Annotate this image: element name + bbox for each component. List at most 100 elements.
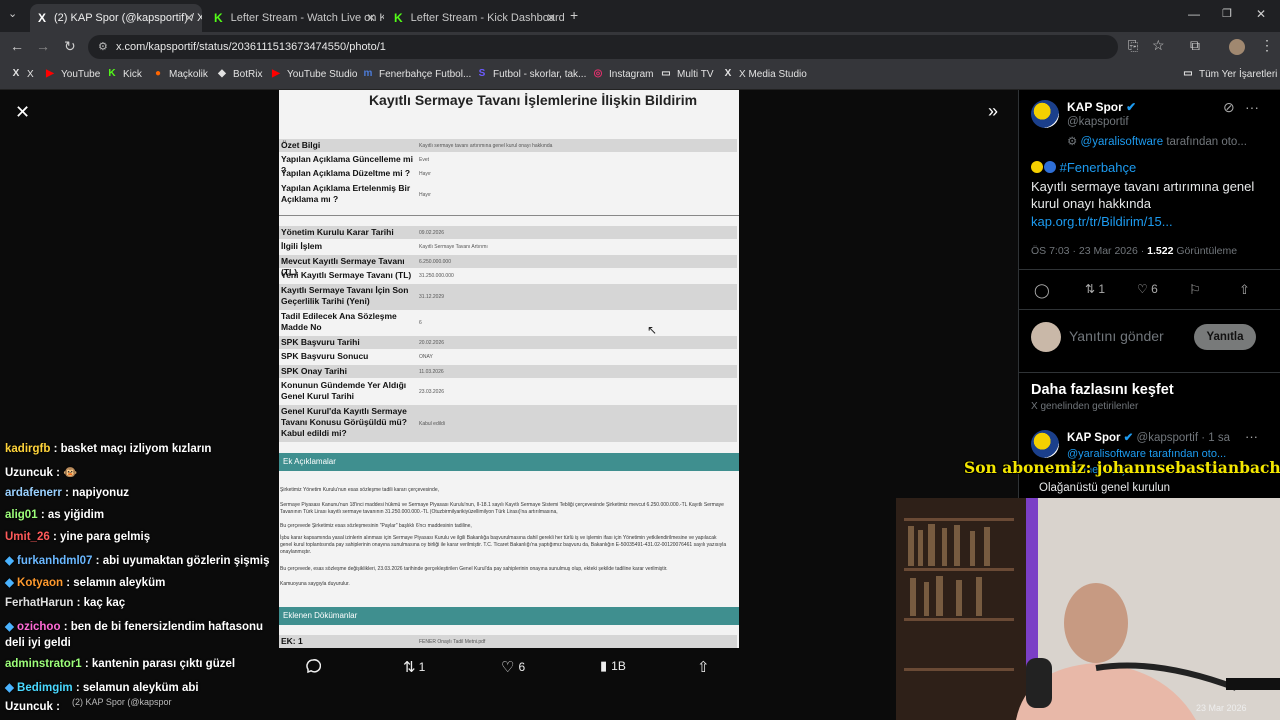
yellow-circle-icon [1031, 161, 1043, 173]
avatar[interactable] [1031, 100, 1059, 128]
like-count: 6 [518, 660, 526, 674]
menu-icon[interactable]: ⋮ [1260, 37, 1274, 54]
doc-row: SPK Başvuru Tarihi 20.02.2026 [279, 336, 737, 349]
bookmark-youtube-studio[interactable]: ▶ YouTube Studio [270, 68, 357, 80]
tab-kick-dashboard[interactable]: K Lefter Stream - Kick Dashboard ✕ [386, 4, 564, 32]
share-icon[interactable]: ⇧ [1239, 282, 1250, 298]
badge-icon: ◆ [5, 555, 18, 567]
retweet-button[interactable]: ⇅ 1 [1085, 282, 1105, 296]
doc-row-value: 11.03.2026 [419, 368, 444, 375]
chat-username[interactable]: ardafenerr [5, 487, 62, 499]
reply-icon[interactable]: ◯ [1034, 282, 1050, 299]
cast-icon[interactable]: ⎘ [1128, 38, 1138, 54]
bookmark-icon[interactable]: ⚐ [1189, 282, 1201, 298]
bookmark-fenerbahce[interactable]: m Fenerbahçe Futbol... [362, 68, 472, 80]
tweet-link[interactable]: kap.org.tr/tr/Bildirim/15... [1031, 214, 1173, 229]
close-icon[interactable]: ✕ [15, 102, 30, 123]
x-icon: X [38, 10, 47, 25]
bookmark-x[interactable]: XX [10, 68, 34, 80]
chat-message: adminstrator1 : kantenin parası çıktı gü… [5, 658, 235, 670]
tweet-hashtag-line: #Fenerbahçe [1031, 160, 1136, 175]
chat-username[interactable]: Bedimgim [17, 682, 73, 694]
chat-username[interactable]: alig01 [5, 509, 38, 521]
close-icon[interactable]: ✕ [184, 11, 194, 25]
doc-row: İlgili İşlem Kayıtlı Sermaye Tavanı Artır… [279, 240, 737, 254]
chat-message: ardafenerr : napiyonuz [5, 487, 129, 499]
divider [1019, 269, 1280, 270]
reload-icon[interactable]: ↻ [64, 38, 76, 55]
back-icon[interactable]: ← [10, 38, 24, 54]
more-icon[interactable]: ··· [1245, 429, 1258, 444]
tab-search-icon[interactable]: ⌄ [8, 7, 17, 20]
restore-icon[interactable]: ❐ [1222, 7, 1232, 20]
forward-icon[interactable]: → [36, 38, 50, 54]
bookmark-youtube[interactable]: ▶ YouTube [44, 68, 100, 80]
hashtag-link[interactable]: #Fenerbahçe [1060, 160, 1137, 175]
minimize-icon[interactable]: — [1188, 7, 1200, 21]
bookmark-x-media-studio[interactable]: X X Media Studio [722, 68, 807, 80]
bookmark-mackolik[interactable]: ● Maçkolik [152, 68, 208, 80]
bookmark-multi-tv[interactable]: ▭ Multi TV [660, 68, 713, 80]
reply-input[interactable]: Yanıtını gönder [1069, 328, 1164, 344]
subscriber-alert: Son abonemiz: johannsebastianbach [964, 458, 1280, 477]
more-icon[interactable]: ··· [1245, 99, 1259, 115]
doc-row-key: Yapılan Açıklama Ertelenmiş Bir Açıklama… [281, 183, 411, 204]
taskbar-preview[interactable]: (2) KAP Spor (@kapspor [72, 697, 172, 707]
views-button[interactable]: ▮ 1B [600, 658, 626, 674]
close-icon[interactable]: ✕ [366, 11, 376, 25]
grok-icon[interactable]: ⊘ [1223, 99, 1235, 116]
reply-button[interactable] [305, 658, 325, 674]
bookmark-label: BotRix [233, 68, 263, 80]
tab-kap-spor[interactable]: X (2) KAP Spor (@kapsportif) / X ✕ [30, 4, 202, 32]
bookmark-instagram[interactable]: ◎ Instagram [592, 68, 654, 80]
like-button[interactable]: ♡ 6 [1137, 282, 1158, 296]
doc-paragraph: Bu çerçevede Şirketimiz esas sözleşmesin… [280, 523, 472, 529]
extensions-icon[interactable]: ⧉ [1190, 37, 1200, 54]
chat-message: ◆ ozichoo : ben de bi fenersizlendim haf… [5, 619, 263, 633]
site-info-icon[interactable]: ⚙ [98, 35, 108, 59]
chat-username[interactable]: ozichoo [17, 621, 60, 633]
chat-username[interactable]: furkanhdml07 [17, 555, 92, 567]
collapse-sidebar-icon[interactable]: » [988, 101, 998, 122]
chat-username[interactable]: Uzuncuk [5, 467, 53, 479]
tab-label: (2) KAP Spor (@kapsportif) / X [54, 12, 202, 24]
chat-username[interactable]: Kotyaon [17, 577, 63, 589]
chat-username[interactable]: adminstrator1 [5, 658, 82, 670]
author-handle[interactable]: @kapsportif [1067, 116, 1129, 128]
chat-text: : basket maçı izliyom kızların [53, 443, 212, 455]
profile-avatar[interactable] [1229, 39, 1245, 55]
close-window-icon[interactable]: ✕ [1256, 7, 1266, 21]
retweet-button[interactable]: ⇅ 1 [403, 658, 425, 676]
tab-lefter-stream[interactable]: K Lefter Stream - Watch Live on K ✕ [206, 4, 384, 32]
all-bookmarks[interactable]: ▭ Tüm Yer İşaretleri [1182, 68, 1277, 80]
botrix-icon: ◆ [218, 68, 226, 79]
close-icon[interactable]: ✕ [546, 11, 556, 25]
chat-text: : selamın aleyküm [66, 577, 166, 589]
bookmark-botrix[interactable]: ◆ BotRix [216, 68, 262, 80]
chat-username[interactable]: FerhatHarun [5, 597, 73, 609]
bookmark-star-icon[interactable]: ☆ [1152, 37, 1165, 54]
bookmark-label: YouTube [61, 68, 101, 80]
avatar[interactable] [1031, 430, 1059, 458]
share-button[interactable]: ⇧ [697, 658, 710, 676]
tweet-time[interactable]: ÖS 7:03 · 23 Mar 2026 · [1031, 245, 1147, 257]
toolbar: ← → ↻ ⚙ x.com/kapsportif/status/20361115… [0, 32, 1280, 62]
chat-message: Umit_26 : yine para gelmiş [5, 531, 150, 543]
doc-row: EK: 1 FENER Onaylı Tadil Metni.pdf [279, 635, 737, 648]
author-name[interactable]: KAP Spor ✔ [1067, 100, 1136, 114]
tweet2-author[interactable]: KAP Spor ✔ @kapsportif · 1 sa [1067, 430, 1230, 444]
new-tab-icon[interactable]: + [570, 7, 578, 23]
address-bar[interactable]: ⚙ x.com/kapsportif/status/20361115136734… [88, 35, 1118, 59]
chat-username[interactable]: Umit_26 [5, 531, 50, 543]
bookmark-futbol[interactable]: S Futbol - skorlar, tak... [476, 68, 587, 80]
kick-icon: K [394, 10, 403, 25]
automation-account[interactable]: @yaralisoftware [1081, 136, 1164, 148]
bookmark-label: X [27, 68, 34, 80]
chat-username[interactable]: kadirgfb [5, 443, 50, 455]
bookmark-kick[interactable]: K Kick [106, 68, 142, 80]
reply-submit-button[interactable]: Yanıtla [1194, 324, 1256, 350]
like-button[interactable]: ♡ 6 [501, 658, 525, 676]
folder-icon: ▭ [661, 68, 671, 79]
doc-row-value: FENER Onaylı Tadil Metni.pdf [419, 638, 486, 645]
chat-username[interactable]: Uzuncuk [5, 701, 53, 713]
